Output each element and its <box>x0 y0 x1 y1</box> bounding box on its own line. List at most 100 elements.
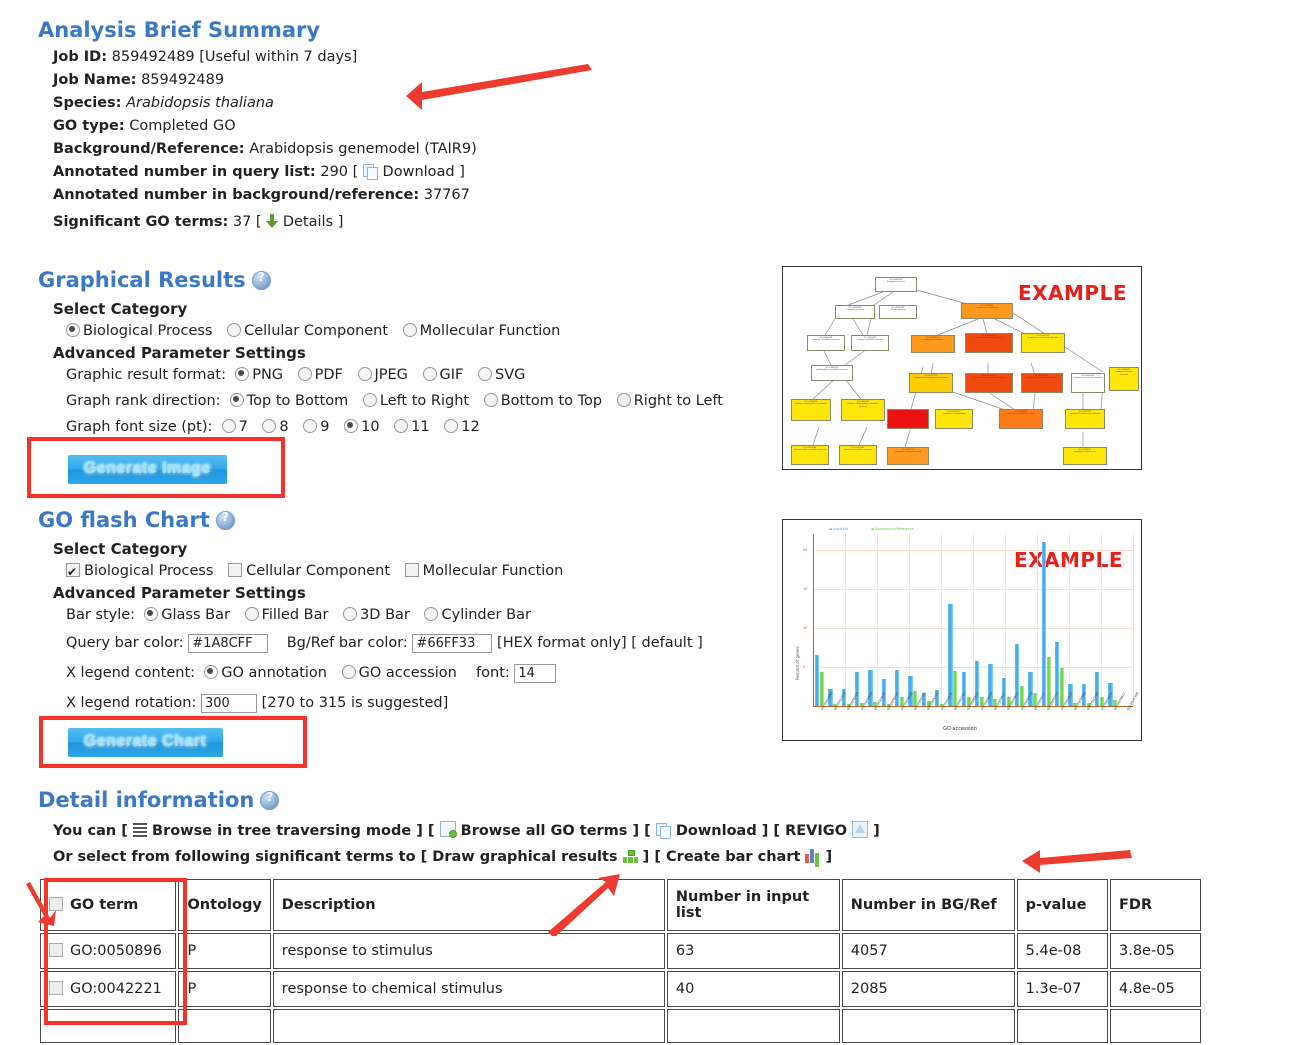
radio-icon[interactable] <box>235 367 250 381</box>
details-link[interactable]: Details <box>283 214 333 230</box>
legend-font-input[interactable] <box>514 663 557 683</box>
format-svg[interactable]: SVG <box>478 367 525 383</box>
graphical-category-cellular-component[interactable]: Cellular Component <box>227 323 388 339</box>
bar-style-3d[interactable]: 3D Bar <box>343 607 410 623</box>
bar-chart-example-thumbnail[interactable]: EXAMPLE 5101520GO:0050896GO:0042221GO:00… <box>782 519 1142 741</box>
radio-icon[interactable] <box>297 367 312 381</box>
checkbox-icon[interactable] <box>66 559 80 585</box>
radio-icon[interactable] <box>144 607 159 621</box>
browse-all-go-terms-link[interactable]: Browse all GO terms <box>461 823 628 839</box>
checkbox-icon[interactable] <box>228 563 243 577</box>
radio-icon[interactable] <box>357 367 372 381</box>
bar-style-glass[interactable]: Glass Bar <box>144 607 230 623</box>
browse-tree-link[interactable]: Browse in tree traversing mode <box>152 823 411 839</box>
radio-icon[interactable] <box>483 393 498 407</box>
option-label: 11 <box>411 419 430 435</box>
radio-icon[interactable] <box>402 323 417 337</box>
species-value: Arabidopsis thaliana <box>126 95 274 111</box>
radio-icon[interactable] <box>229 393 244 407</box>
fontsize-10[interactable]: 10 <box>344 419 380 435</box>
graphical-category-biological-process[interactable]: Biological Process <box>66 323 212 339</box>
format-pdf[interactable]: PDF <box>297 367 343 383</box>
radio-icon[interactable] <box>343 607 358 621</box>
default-color-link[interactable]: [ default ] <box>631 635 703 651</box>
radio-icon[interactable] <box>478 367 492 381</box>
dag-example-thumbnail[interactable]: EXAMPLE GO:0008150 biological_process GO:… <box>782 266 1142 470</box>
fontsize-7[interactable]: 7 <box>221 419 248 435</box>
revigo-icon[interactable] <box>852 821 869 838</box>
radio-icon[interactable] <box>422 367 437 381</box>
revigo-link[interactable]: REVIGO <box>785 823 847 839</box>
help-icon[interactable] <box>251 270 271 290</box>
graph-tree-icon[interactable] <box>622 850 638 863</box>
summary-row-job-name: Job Name: 859492489 <box>53 69 477 92</box>
option-label: Bottom to Top <box>500 393 603 409</box>
table-row[interactable]: GO:0050896 P response to stimulus 63 405… <box>40 933 1201 969</box>
format-gif[interactable]: GIF <box>422 367 463 383</box>
rank-bottom-to-top[interactable]: Bottom to Top <box>483 393 603 409</box>
cell-number-input: 40 <box>666 971 840 1007</box>
radio-icon[interactable] <box>221 419 236 433</box>
radio-icon[interactable] <box>424 607 439 621</box>
help-icon[interactable] <box>215 510 235 530</box>
cell-fdr: 4.8e-05 <box>1110 971 1201 1007</box>
table-row[interactable]: GO:0042221 P response to chemical stimul… <box>40 971 1201 1007</box>
bar-style-filled[interactable]: Filled Bar <box>244 607 328 623</box>
rank-left-to-right[interactable]: Left to Right <box>362 393 469 409</box>
option-label: Biological Process <box>83 323 213 339</box>
fontsize-8[interactable]: 8 <box>262 419 289 435</box>
graphical-category-mollecular-function[interactable]: Mollecular Function <box>402 323 560 339</box>
download-link[interactable]: Download <box>383 164 455 180</box>
checkbox-icon[interactable] <box>404 563 419 577</box>
tree-list-icon[interactable] <box>132 823 147 837</box>
detail-download-link[interactable]: Download <box>676 823 757 839</box>
flash-category-biological-process[interactable]: Biological Process <box>66 559 213 585</box>
download-icon[interactable] <box>362 164 378 180</box>
annotated-query-value: 290 <box>320 164 349 180</box>
table-row[interactable] <box>40 1009 1201 1043</box>
radio-icon[interactable] <box>244 607 259 621</box>
legend-go-accession[interactable]: GO accession <box>341 665 457 681</box>
bar-style-cylinder[interactable]: Cylinder Bar <box>424 607 531 623</box>
go-flash-chart-section: GO flash Chart Select Category Biologica… <box>38 508 703 718</box>
draw-graphical-results-link[interactable]: Draw graphical results <box>432 849 617 865</box>
radio-icon[interactable] <box>204 665 219 679</box>
create-bar-chart-link[interactable]: Create bar chart <box>666 849 800 865</box>
format-jpeg[interactable]: JPEG <box>357 367 408 383</box>
graph-rank-row: Graph rank direction: Top to Bottom Left… <box>66 388 733 414</box>
go-analysis-page: Analysis Brief Summary Job ID: 859492489… <box>0 0 1291 1043</box>
help-icon[interactable] <box>260 790 280 810</box>
fontsize-12[interactable]: 12 <box>444 419 480 435</box>
format-png[interactable]: PNG <box>235 367 283 383</box>
radio-icon[interactable] <box>362 393 377 407</box>
option-label: Cylinder Bar <box>441 607 531 623</box>
go-flash-chart-heading: GO flash Chart <box>38 508 703 532</box>
rank-right-to-left[interactable]: Right to Left <box>616 393 723 409</box>
option-label: Cellular Component <box>246 563 391 579</box>
option-label: Right to Left <box>633 393 723 409</box>
fontsize-9[interactable]: 9 <box>303 419 330 435</box>
radio-icon[interactable] <box>394 419 409 433</box>
flash-category-cellular-component[interactable]: Cellular Component <box>228 563 390 579</box>
flash-category-mollecular-function[interactable]: Mollecular Function <box>404 563 563 579</box>
rank-top-to-bottom[interactable]: Top to Bottom <box>229 393 348 409</box>
chart-y-axis <box>813 534 814 707</box>
query-bar-color-input[interactable] <box>188 633 269 653</box>
radio-icon[interactable] <box>616 393 631 407</box>
bgref-bar-color-input[interactable] <box>412 633 493 653</box>
bar-chart-icon[interactable] <box>805 849 820 863</box>
radio-icon[interactable] <box>444 419 459 433</box>
down-arrow-icon[interactable] <box>266 214 279 229</box>
radio-icon[interactable] <box>303 419 318 433</box>
go-terms-icon[interactable] <box>439 821 457 838</box>
radio-icon[interactable] <box>262 419 277 433</box>
download-icon[interactable] <box>655 823 671 839</box>
radio-icon[interactable] <box>344 419 359 433</box>
x-legend-rotation-input[interactable] <box>200 693 257 713</box>
radio-icon[interactable] <box>66 323 80 337</box>
radio-icon[interactable] <box>341 665 356 679</box>
fontsize-11[interactable]: 11 <box>394 419 430 435</box>
radio-icon[interactable] <box>227 323 242 337</box>
legend-go-annotation[interactable]: GO annotation <box>204 665 327 681</box>
chart-x-axis-label: GO accession <box>943 726 977 732</box>
